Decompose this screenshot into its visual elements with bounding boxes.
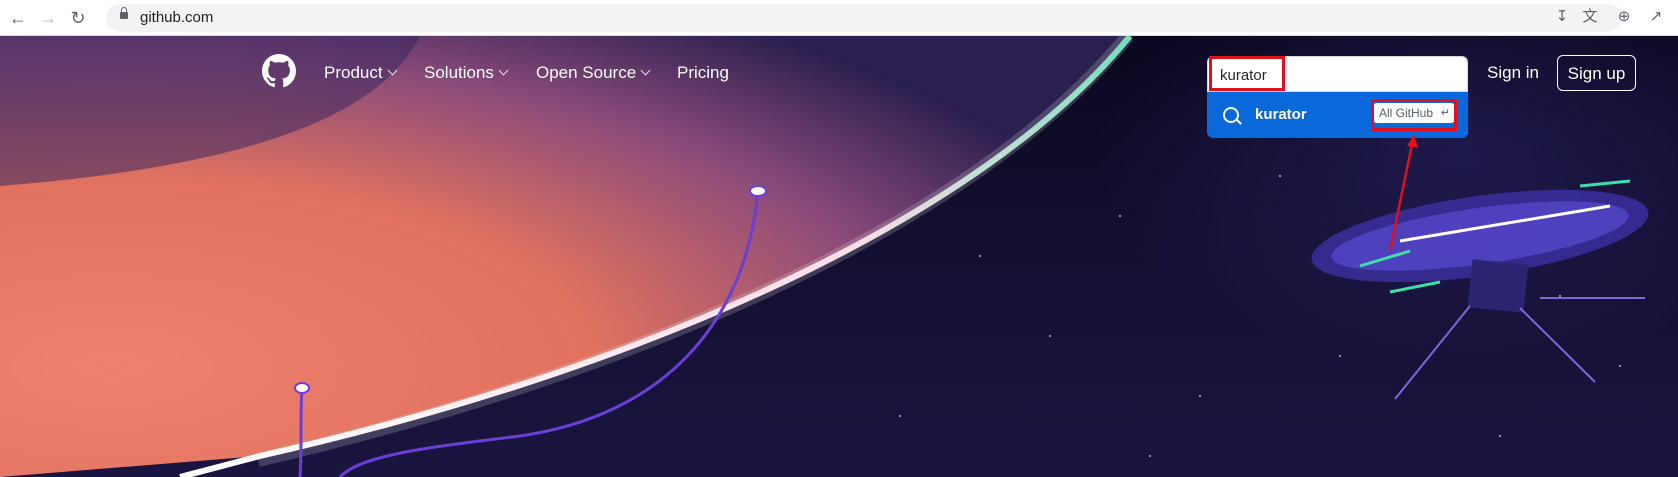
zoom-icon[interactable]: ⊕ bbox=[1614, 7, 1634, 27]
annotation-arrow bbox=[1388, 134, 1418, 252]
url-text: github.com bbox=[140, 9, 214, 26]
lock-icon bbox=[120, 7, 128, 19]
browser-toolbar: ← → ↻ github.com ↧ 文 ⊕ ↗ bbox=[0, 0, 1678, 36]
translate-icon[interactable]: 文 bbox=[1580, 7, 1600, 27]
download-icon[interactable]: ↧ bbox=[1552, 7, 1572, 27]
sign-up-button[interactable]: Sign up bbox=[1557, 55, 1636, 91]
share-icon[interactable]: ↗ bbox=[1646, 7, 1666, 27]
sign-in-link[interactable]: Sign in bbox=[1487, 63, 1539, 83]
arrow-left-icon[interactable]: ← bbox=[8, 8, 28, 28]
reload-icon[interactable]: ↻ bbox=[68, 8, 88, 28]
arrow-right-icon[interactable]: → bbox=[38, 8, 58, 28]
address-bar[interactable]: github.com bbox=[106, 4, 1622, 32]
hero-banner: Product Solutions Open Source Pricing ku… bbox=[0, 36, 1678, 477]
